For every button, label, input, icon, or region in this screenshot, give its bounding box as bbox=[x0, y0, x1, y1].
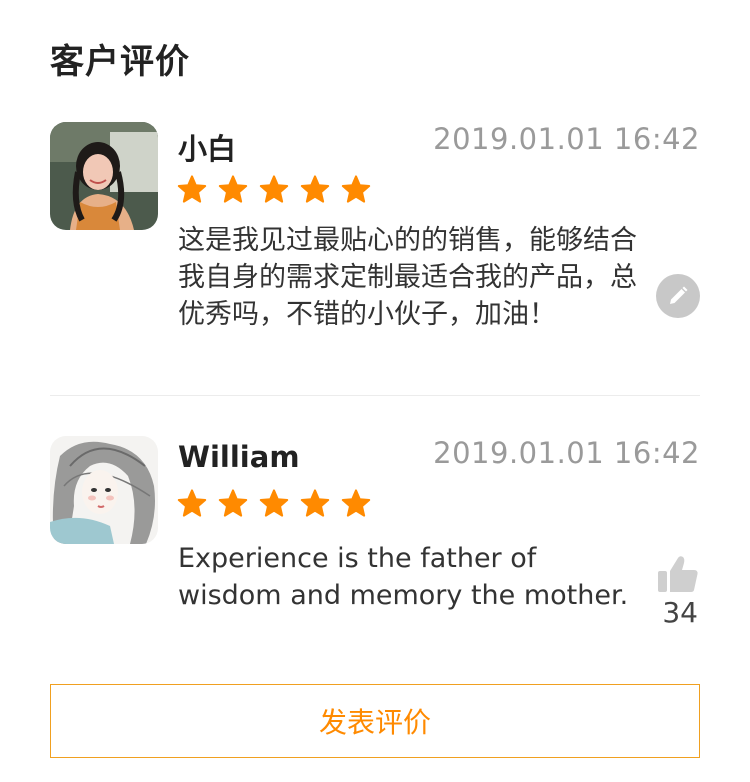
thumbs-up-icon bbox=[658, 556, 698, 592]
star-icon bbox=[259, 489, 289, 517]
star-icon bbox=[300, 489, 330, 517]
star-icon bbox=[177, 175, 207, 203]
avatar[interactable] bbox=[50, 122, 158, 230]
edit-icon bbox=[670, 286, 688, 304]
avatar[interactable] bbox=[50, 436, 158, 544]
reviewer-name: 小白 bbox=[178, 132, 237, 166]
review-timestamp: 2019.01.01 16:42 bbox=[433, 122, 700, 156]
star-icon bbox=[341, 175, 371, 203]
star-icon bbox=[177, 489, 207, 517]
star-icon bbox=[259, 175, 289, 203]
section-title: 客户评价 bbox=[50, 42, 190, 82]
post-review-button[interactable]: 发表评价 bbox=[50, 684, 700, 758]
review-item: 小白 2019.01.01 16:42 这是我见过最贴心的的销售，能够结合我自身… bbox=[50, 122, 700, 394]
star-icon bbox=[218, 175, 248, 203]
edit-button[interactable] bbox=[656, 274, 700, 318]
star-icon bbox=[300, 175, 330, 203]
like-count: 34 bbox=[662, 596, 698, 629]
review-text: Experience is the father of wisdom and m… bbox=[178, 543, 629, 611]
star-icon bbox=[218, 489, 248, 517]
star-rating bbox=[176, 174, 372, 206]
like-button[interactable] bbox=[656, 554, 700, 594]
star-icon bbox=[341, 489, 371, 517]
star-rating bbox=[176, 488, 372, 520]
divider bbox=[50, 395, 700, 396]
review-item: William 2019.01.01 16:42 Experience is t… bbox=[50, 436, 700, 636]
review-timestamp: 2019.01.01 16:42 bbox=[433, 436, 700, 470]
review-text: 这是我见过最贴心的的销售，能够结合我自身的需求定制最适合我的产品，总优秀吗，不错… bbox=[178, 225, 637, 330]
reviewer-name: William bbox=[178, 440, 300, 474]
